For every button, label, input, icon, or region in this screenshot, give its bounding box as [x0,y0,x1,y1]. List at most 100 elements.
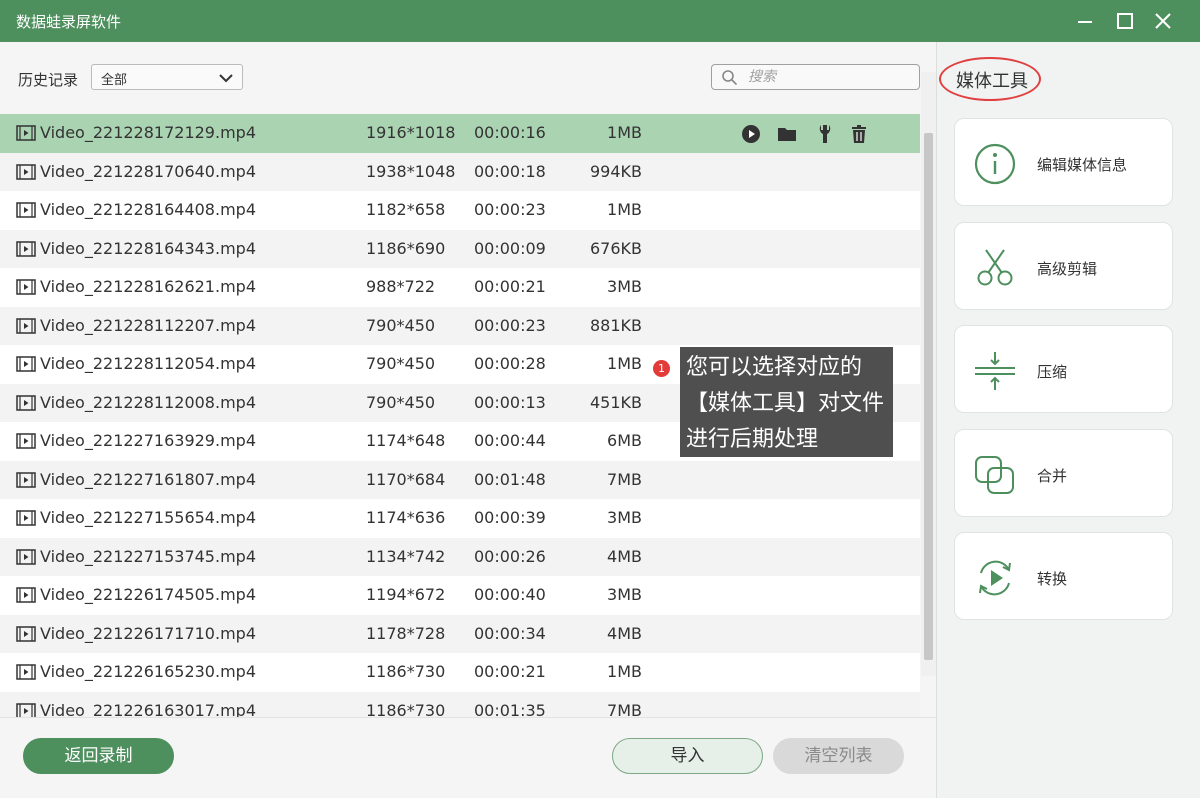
file-duration: 00:00:23 [474,315,546,335]
file-row[interactable]: Video_221228164408.mp4 1182*658 00:00:23 1M… [0,191,920,230]
minimize-icon[interactable] [1070,6,1100,36]
file-size: 3MB [607,585,642,604]
close-icon[interactable] [1148,6,1178,36]
file-name: Video_221227163929.mp4 [40,431,256,450]
search-box[interactable] [711,64,920,90]
file-name: Video_221227153745.mp4 [40,546,256,566]
video-file-icon [16,664,36,680]
video-file-icon [16,625,36,642]
file-size: 3MB [607,277,642,296]
file-size: 7MB [607,700,642,719]
tool-label: 合并 [1037,467,1068,485]
file-resolution: 1170*684 [366,469,446,489]
import-button[interactable]: 导入 [612,738,763,774]
folder-icon[interactable] [776,123,798,145]
file-size: 3MB [607,508,642,527]
tool-label: 转换 [1037,570,1068,588]
chevron-down-icon [219,74,233,83]
file-duration: 00:00:40 [474,585,546,604]
convert-icon [973,556,1017,600]
file-row[interactable]: Video_221228172129.mp4 1916*1018 00:00:16 1… [0,114,920,153]
wrench-icon[interactable] [814,123,836,145]
file-resolution: 1916*1018 [366,123,456,142]
list-scrollbar-thumb[interactable] [924,133,933,660]
play-icon[interactable] [740,123,762,145]
maximize-icon[interactable] [1110,6,1140,36]
tool-label: 编辑媒体信息 [1037,156,1128,174]
file-duration: 00:00:26 [474,546,546,566]
tool-label: 高级剪辑 [1037,260,1098,278]
file-row[interactable]: Video_221228164343.mp4 1186*690 00:00:09 67… [0,229,920,268]
file-resolution: 1186*730 [366,700,446,719]
file-resolution: 1186*730 [366,662,446,681]
info-icon [973,142,1017,186]
file-resolution: 1174*636 [366,508,446,527]
file-name: Video_221228172129.mp4 [40,123,256,142]
file-row[interactable]: Video_221226165230.mp4 1186*730 00:00:21 1M… [0,653,920,692]
merge-icon [973,453,1017,497]
file-resolution: 1182*658 [366,200,446,219]
file-name: Video_221228112054.mp4 [40,354,256,373]
file-resolution: 790*450 [366,354,436,373]
file-name: Video_221226171710.mp4 [40,623,256,643]
tip-badge: 1 [653,360,670,377]
file-row[interactable]: Video_221226171710.mp4 1178*728 00:00:34 4M… [0,614,920,653]
file-duration: 00:00:09 [474,238,546,258]
trash-icon[interactable] [848,123,870,145]
file-duration: 00:00:39 [474,508,546,527]
file-name: Video_221228112008.mp4 [40,392,256,412]
file-duration: 00:00:18 [474,161,546,181]
tool-edit-media-info[interactable]: 编辑媒体信息 [954,118,1173,206]
tool-convert[interactable]: 转换 [954,532,1173,620]
file-name: Video_221228162621.mp4 [40,277,256,296]
file-size: 994KB [589,161,642,181]
video-file-icon [16,510,36,526]
video-file-icon [16,356,36,372]
file-duration: 00:00:13 [474,392,546,412]
compress-icon [973,349,1017,393]
clear-list-button[interactable]: 清空列表 [773,738,904,774]
file-size: 7MB [607,469,642,489]
file-resolution: 790*450 [366,392,436,412]
history-filter-dropdown[interactable]: 全部 [91,64,243,90]
back-to-record-button[interactable]: 返回录制 [23,738,174,774]
media-tools-title: 媒体工具 [956,71,1028,92]
file-size: 676KB [589,238,642,258]
file-resolution: 1174*648 [366,431,446,450]
file-name: Video_221226174505.mp4 [40,585,256,604]
video-file-icon [16,433,36,449]
history-filter-value: 全部 [101,73,128,88]
file-size: 451KB [589,392,642,412]
video-file-icon [16,394,36,411]
file-row[interactable]: Video_221226163017.mp4 1186*730 00:01:35 7M… [0,691,920,719]
file-row[interactable]: Video_221227153745.mp4 1134*742 00:00:26 4M… [0,537,920,576]
video-file-icon [16,317,36,334]
history-label: 历史记录 [18,71,79,89]
file-name: Video_221227155654.mp4 [40,508,256,527]
window-title: 数据蛙录屏软件 [16,13,122,31]
file-row[interactable]: Video_221227161807.mp4 1170*684 00:01:48 7M… [0,460,920,499]
file-resolution: 1178*728 [366,623,446,643]
tool-advanced-clip[interactable]: 高级剪辑 [954,222,1173,310]
video-file-icon [16,163,36,180]
search-input[interactable] [748,68,908,86]
file-row[interactable]: Video_221226174505.mp4 1194*672 00:00:40 3M… [0,576,920,615]
tool-compress[interactable]: 压缩 [954,325,1173,413]
file-name: Video_221226163017.mp4 [40,700,256,719]
file-name: Video_221226165230.mp4 [40,662,256,681]
video-file-icon [16,471,36,488]
file-row[interactable]: Video_221228112207.mp4 790*450 00:00:23 881… [0,306,920,345]
file-row[interactable]: Video_221228170640.mp4 1938*1048 00:00:18 9… [0,152,920,191]
file-row[interactable]: Video_221227155654.mp4 1174*636 00:00:39 3M… [0,499,920,538]
file-resolution: 1194*672 [366,585,446,604]
video-file-icon [16,279,36,295]
search-icon [722,70,738,86]
file-duration: 00:00:21 [474,277,546,296]
file-duration: 00:00:16 [474,123,546,142]
tool-merge[interactable]: 合并 [954,429,1173,517]
video-file-icon [16,702,36,718]
video-file-icon [16,240,36,257]
file-row[interactable]: Video_221228162621.mp4 988*722 00:00:21 3MB [0,268,920,307]
file-resolution: 988*722 [366,277,436,296]
title-bar: 数据蛙录屏软件 [0,0,1200,42]
